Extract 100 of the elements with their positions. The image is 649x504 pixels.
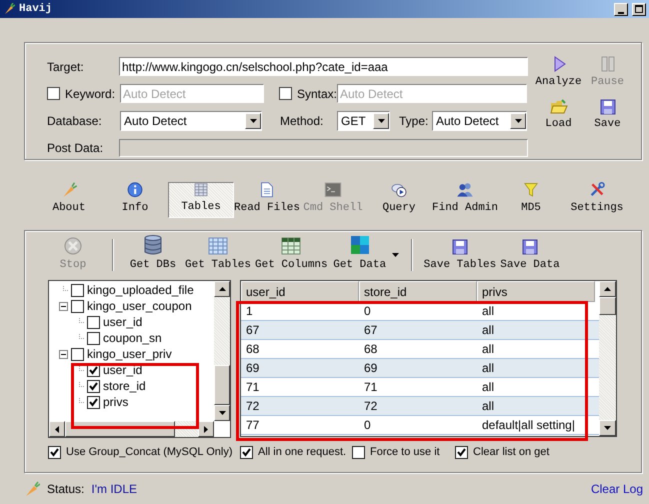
database-dropdown[interactable]: Auto Detect (120, 111, 262, 131)
syntax-field[interactable]: Auto Detect (337, 84, 527, 103)
scroll-left-button[interactable] (49, 421, 65, 437)
table-cell-text: default|all setting| (481, 417, 576, 434)
field-label: Method: (280, 113, 324, 130)
table-cell-text: 68 (245, 341, 260, 358)
tree-checkbox[interactable] (87, 380, 100, 392)
tree-item[interactable]: kingo_uploaded_file (87, 281, 194, 299)
window-title: Havij (19, 2, 52, 17)
scroll-down-button[interactable] (214, 405, 230, 421)
table-cell-text: 1 (245, 303, 254, 320)
status-text: I'm IDLE (91, 481, 137, 498)
table-cell-text: 68 (363, 341, 378, 358)
table-cell-text: all (481, 398, 496, 415)
scrollbar-thumb[interactable] (214, 365, 230, 405)
toolbar-button[interactable]: Get DBs (123, 234, 183, 273)
tab[interactable]: Read Files (234, 182, 300, 218)
table-icon (192, 183, 210, 196)
table-cell-text: 0 (363, 417, 372, 434)
option-checkbox[interactable] (240, 446, 253, 458)
dropdown-arrow-icon (392, 253, 400, 257)
field-label: Database: (47, 113, 103, 130)
table-cell-text: 72 (245, 398, 260, 415)
toolbar-button[interactable]: Save (585, 98, 630, 132)
tab[interactable]: Info (102, 182, 168, 218)
tree-checkbox[interactable] (87, 316, 100, 328)
scroll-down-button[interactable] (599, 420, 616, 436)
table-cell-text: all (481, 303, 496, 320)
tree-item[interactable]: user_id (103, 361, 142, 379)
grid-icon (350, 234, 370, 254)
column-header[interactable]: user_id (241, 281, 359, 302)
tab[interactable]: Tables (168, 182, 234, 218)
toolbar-button[interactable]: Get Tables (183, 236, 254, 273)
document-icon (259, 182, 275, 198)
scroll-right-button[interactable] (198, 421, 214, 437)
tree-checkbox[interactable] (87, 396, 100, 408)
tree-item[interactable]: store_id (103, 377, 146, 395)
scroll-up-button[interactable] (214, 281, 230, 297)
tree-item[interactable]: kingo_user_priv (87, 345, 172, 363)
table-cell-text: 67 (363, 322, 378, 339)
checkbox-label: All in one request. (258, 444, 346, 460)
collapse-icon[interactable] (58, 350, 68, 358)
left-arrow-icon (55, 426, 59, 432)
table-cell-text: 71 (245, 379, 260, 396)
type-dropdown[interactable]: Auto Detect (432, 111, 527, 131)
pause-icon (600, 55, 616, 73)
minimize-button[interactable] (614, 2, 628, 16)
tree-item[interactable]: user_id (103, 313, 142, 331)
tree-checkbox[interactable] (71, 284, 84, 296)
column-header[interactable]: store_id (359, 281, 477, 302)
option-checkbox[interactable] (48, 446, 61, 458)
info-icon (126, 182, 144, 198)
tree-item[interactable]: kingo_user_coupon (87, 297, 192, 315)
tree-checkbox[interactable] (71, 348, 84, 360)
tree-checkbox[interactable] (87, 332, 100, 344)
toolbar-button[interactable]: Get Columns (253, 236, 330, 273)
keyword-field[interactable]: Auto Detect (120, 84, 264, 103)
toolbar-button[interactable]: Save Tables (422, 238, 498, 273)
tab[interactable]: Query (366, 182, 432, 218)
column-header[interactable]: privs (477, 281, 595, 302)
toolbar-button[interactable]: Analyze (536, 55, 581, 90)
dropdown-arrow-icon (250, 119, 256, 123)
terminal-icon (324, 182, 342, 198)
tab[interactable]: MD5 (498, 182, 564, 218)
field-label: Syntax: (297, 86, 337, 102)
tab[interactable]: About (36, 182, 102, 218)
tab[interactable]: Settings (564, 182, 630, 218)
table-cell-text: all (481, 341, 496, 358)
tree-checkbox[interactable] (71, 300, 84, 312)
scrollbar[interactable] (214, 281, 230, 421)
table-cell-text: all (481, 379, 496, 396)
maximize-button[interactable] (632, 2, 646, 16)
syntax-checkbox[interactable] (279, 87, 292, 100)
clear-log-link[interactable]: Clear Log (590, 480, 643, 498)
checkbox-label: Force to use it (370, 444, 440, 460)
checkbox-label: Clear list on get (473, 444, 550, 460)
stop-icon (64, 236, 82, 254)
field-label: Keyword: (65, 86, 116, 102)
collapse-icon[interactable] (58, 302, 68, 310)
carrot-icon (24, 481, 40, 497)
scrollbar[interactable] (599, 281, 616, 436)
target-field[interactable]: http://www.kingogo.cn/selschool.php?cate_id=aaa (119, 57, 528, 76)
toolbar-button[interactable]: Load (536, 98, 581, 132)
keyword-checkbox[interactable] (47, 87, 60, 100)
toolbar-button[interactable]: Get Data (330, 234, 390, 273)
table-cell-text: 77 (245, 417, 260, 434)
database-icon (144, 234, 162, 254)
option-checkbox[interactable] (352, 446, 365, 458)
tab[interactable]: Find Admin (432, 182, 498, 218)
toolbar-button[interactable]: Save Data (498, 238, 562, 273)
tree-item[interactable]: coupon_sn (103, 329, 162, 347)
scroll-up-button[interactable] (599, 281, 616, 297)
dropdown-arrow-icon (378, 119, 384, 123)
option-checkbox[interactable] (455, 446, 468, 458)
field-label: Post Data: (47, 140, 104, 157)
tree-item[interactable]: privs (103, 393, 128, 411)
method-dropdown[interactable]: GET (337, 111, 390, 131)
speech-bubble-icon (389, 182, 409, 198)
scrollbar-thumb[interactable] (599, 297, 616, 315)
up-arrow-icon (604, 287, 611, 291)
